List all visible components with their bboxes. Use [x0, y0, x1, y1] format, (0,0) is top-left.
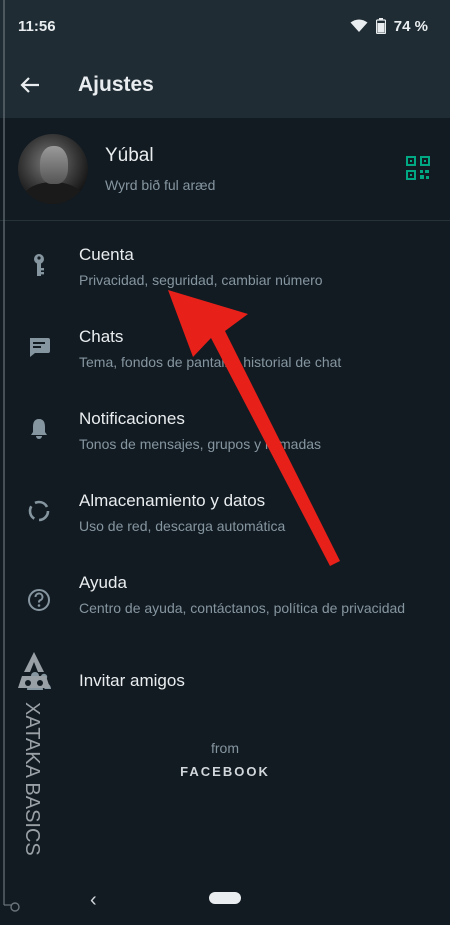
nav-back-button[interactable]: ‹ [90, 889, 97, 912]
status-time: 11:56 [18, 17, 56, 35]
watermark: XATAKA BASICS [21, 702, 43, 856]
bell-icon [26, 416, 52, 442]
settings-item-almacenamiento[interactable]: Almacenamiento y datos Uso de red, desca… [0, 479, 450, 551]
settings-content: Yúbal Wyrd bið ful aræd Cuenta Privacida… [0, 118, 450, 870]
settings-item-sub: Centro de ayuda, contáctanos, política d… [79, 600, 406, 616]
footer-brand: FACEBOOK [180, 764, 270, 779]
profile-name: Yúbal [105, 145, 154, 166]
settings-item-label: Notificaciones [79, 409, 185, 428]
profile-row[interactable]: Yúbal Wyrd bið ful aræd [0, 118, 450, 221]
qr-code-button[interactable] [406, 156, 430, 180]
settings-item-notificaciones[interactable]: Notificaciones Tonos de mensajes, grupos… [0, 397, 450, 469]
page-title: Ajustes [78, 73, 154, 96]
navigation-bar: ‹ [0, 870, 450, 925]
footer-from: from [211, 740, 239, 756]
key-icon [26, 253, 52, 279]
watermark-line [3, 0, 20, 912]
svg-text:XATAKA BASICS: XATAKA BASICS [21, 702, 43, 856]
settings-item-invitar[interactable]: Invitar amigos [0, 656, 450, 708]
settings-item-sub: Tema, fondos de pantalla, historial de c… [79, 354, 342, 370]
status-bar: 11:56 74 % [0, 0, 450, 52]
back-button[interactable] [20, 74, 42, 96]
data-usage-icon [26, 498, 52, 524]
settings-item-cuenta[interactable]: Cuenta Privacidad, seguridad, cambiar nú… [0, 233, 450, 305]
settings-item-label: Invitar amigos [79, 671, 185, 690]
app-bar: Ajustes [0, 52, 450, 118]
battery-icon [375, 18, 386, 34]
wifi-icon [350, 19, 368, 32]
settings-item-sub: Tonos de mensajes, grupos y llamadas [79, 436, 322, 452]
battery-level: 74 % [393, 17, 428, 35]
nav-home-button[interactable] [209, 892, 241, 904]
settings-item-label: Ayuda [79, 573, 127, 592]
settings-item-label: Cuenta [79, 245, 134, 264]
arrow-left-icon [20, 77, 39, 93]
chat-icon [26, 334, 52, 360]
settings-item-sub: Privacidad, seguridad, cambiar número [79, 272, 323, 288]
watermark-logo-icon [18, 652, 50, 688]
qr-code-icon [406, 156, 430, 180]
settings-item-ayuda[interactable]: Ayuda Centro de ayuda, contáctanos, polí… [0, 561, 450, 653]
settings-item-label: Chats [79, 327, 124, 346]
avatar[interactable] [18, 134, 88, 204]
settings-item-sub: Uso de red, descarga automática [79, 518, 286, 534]
status-icons: 74 % [350, 18, 428, 35]
help-icon [26, 587, 52, 613]
settings-item-chats[interactable]: Chats Tema, fondos de pantalla, historia… [0, 315, 450, 387]
settings-item-label: Almacenamiento y datos [79, 491, 266, 510]
profile-status: Wyrd bið ful aræd [105, 177, 216, 193]
